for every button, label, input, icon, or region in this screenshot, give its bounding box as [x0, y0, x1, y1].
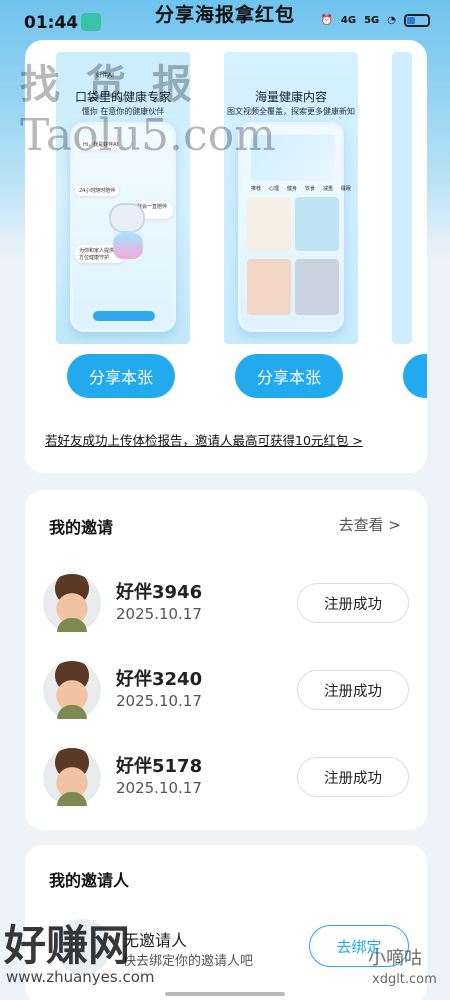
app-tab: 减重: [322, 186, 333, 192]
invite-row: 好伴3240 2025.10.17 注册成功: [25, 655, 427, 725]
avatar: [43, 574, 101, 632]
avatar-shirt: [57, 618, 87, 632]
content-tile: [295, 259, 339, 315]
inviter-name: 无邀请人: [123, 931, 188, 950]
content-tile: [247, 259, 291, 315]
watermark-text: Taolu5.com: [20, 110, 276, 161]
watermark-logo: 小嘀咕: [368, 948, 422, 969]
status-badge: 注册成功: [297, 583, 409, 623]
avatar-shirt: [57, 792, 87, 806]
my-invites-section: 我的邀请 去查看 > 好伴3946 2025.10.17 注册成功 好伴3240…: [25, 490, 427, 830]
watermark-logo: 好赚网: [4, 921, 131, 970]
app-tabs: 推荐 心理 健身 饮食 减重 睡眠: [251, 185, 351, 192]
chat-bubble: 24小时随时陪伴: [75, 185, 120, 196]
invite-date: 2025.10.17: [116, 779, 202, 797]
avatar: [43, 748, 101, 806]
content-tile: [295, 197, 339, 251]
robot-mascot-icon: [109, 203, 145, 233]
view-invites-link[interactable]: 去查看 >: [339, 514, 401, 535]
invite-date: 2025.10.17: [116, 692, 202, 710]
inviter-hint: 快去绑定你的邀请人吧: [123, 954, 254, 969]
status-badge: 注册成功: [297, 670, 409, 710]
app-tab: 健身: [286, 186, 297, 192]
app-tab: 推荐: [251, 186, 262, 192]
invite-name: 好伴3946: [116, 582, 203, 603]
reward-notice-link[interactable]: 若好友成功上传体检报告，邀请人最高可获得10元红包 >: [45, 430, 363, 449]
invite-row: 好伴5178 2025.10.17 注册成功: [25, 742, 427, 812]
share-poster-2-button[interactable]: 分享本张: [235, 354, 343, 398]
invite-name: 好伴5178: [116, 756, 203, 777]
share-poster-1-button[interactable]: 分享本张: [67, 354, 175, 398]
invite-name: 好伴3240: [116, 669, 203, 690]
watermark-text: 找 货 报: [20, 61, 198, 108]
avatar-shirt: [57, 705, 87, 719]
section-title: 我的邀请人: [49, 871, 130, 890]
app-tab: 心理: [268, 186, 279, 192]
avatar: [43, 661, 101, 719]
invite-date: 2025.10.17: [116, 605, 202, 623]
robot-body: [113, 233, 143, 259]
page-title: 分享海报拿红包: [154, 4, 295, 26]
poster-headline: 海量健康内容: [254, 90, 327, 104]
home-indicator[interactable]: [165, 992, 285, 996]
app-tab: 饮食: [304, 186, 315, 192]
watermark-url: xdglt.com: [372, 972, 437, 987]
section-title: 我的邀请: [49, 518, 114, 537]
app-tab: 睡眠: [340, 186, 351, 192]
phone-cta: [93, 311, 155, 321]
status-badge: 注册成功: [297, 757, 409, 797]
watermark-url: www.zhuanyes.com: [6, 968, 155, 986]
poster-2[interactable]: 海量健康内容 图文视频全覆盖，探索更多健康新知 推荐 心理 健身 饮食 减重 睡…: [224, 52, 358, 344]
poster-3[interactable]: [392, 52, 412, 344]
invite-row: 好伴3946 2025.10.17 注册成功: [25, 568, 427, 638]
content-tile: [247, 197, 291, 251]
share-poster-3-button[interactable]: [403, 354, 427, 398]
